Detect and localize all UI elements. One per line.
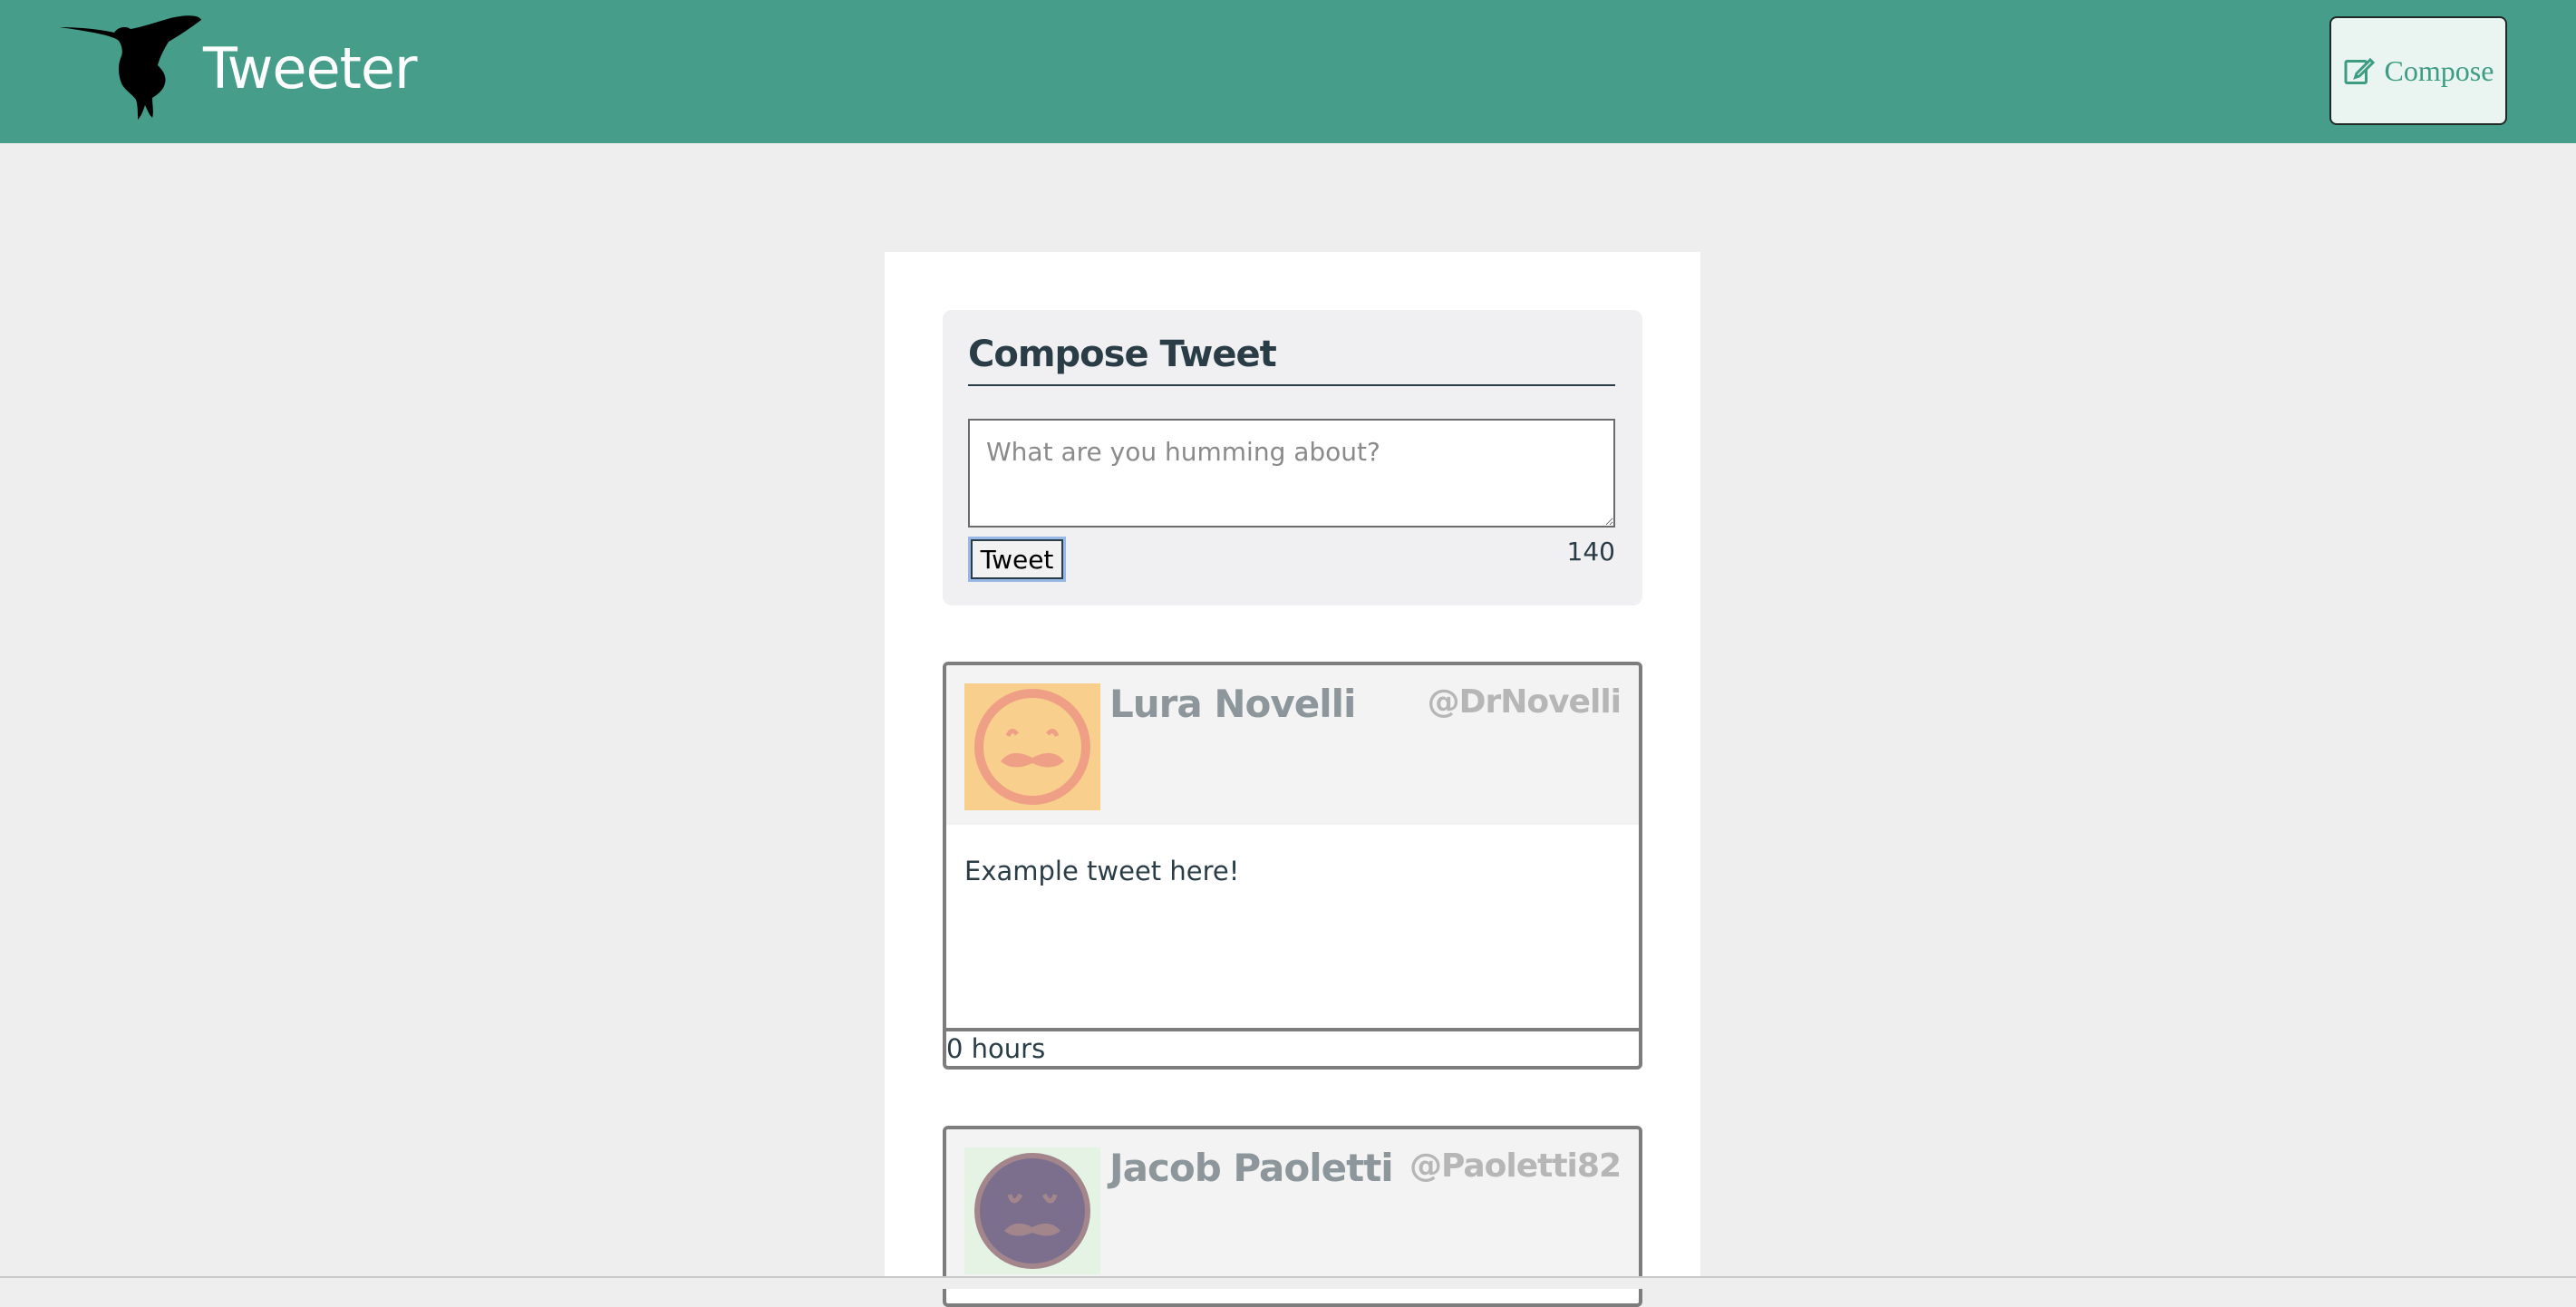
tweet-author-handle: @DrNovelli	[1427, 683, 1622, 721]
tweet-card: Lura Novelli @DrNovelli Example tweet he…	[943, 662, 1642, 1070]
compose-button[interactable]: Compose	[2329, 16, 2507, 125]
edit-icon	[2344, 57, 2375, 84]
avatar	[964, 683, 1100, 810]
main-container: Compose Tweet Tweet 140 Lura Novelli @Dr…	[885, 252, 1700, 1307]
char-counter: 140	[1566, 537, 1615, 566]
tweet-timestamp: 0 hours	[946, 1028, 1639, 1066]
tweet-author-name: Lura Novelli	[1109, 682, 1356, 726]
app-title: Tweeter	[203, 35, 418, 102]
tweet-header: Lura Novelli @DrNovelli	[946, 665, 1639, 825]
tweet-header: Jacob Paoletti @Paoletti82	[946, 1129, 1639, 1289]
avatar	[964, 1147, 1100, 1274]
tweet-content: Example tweet here!	[964, 856, 1240, 886]
top-nav: Tweeter Compose	[0, 0, 2576, 143]
tweet-submit-button[interactable]: Tweet	[968, 537, 1066, 582]
mustache-face-avatar-icon	[974, 689, 1090, 805]
tweet-author-handle: @Paoletti82	[1409, 1147, 1622, 1185]
tweet-input[interactable]	[968, 419, 1615, 528]
compose-tweet-heading: Compose Tweet	[968, 328, 1615, 386]
tweet-author-name: Jacob Paoletti	[1109, 1146, 1394, 1190]
hummingbird-icon	[60, 15, 201, 120]
compose-label: Compose	[2384, 53, 2494, 87]
compose-tweet-section: Compose Tweet Tweet 140	[943, 310, 1642, 605]
mustache-face-avatar-icon	[974, 1153, 1090, 1269]
horizontal-scrollbar[interactable]	[0, 1276, 2576, 1289]
